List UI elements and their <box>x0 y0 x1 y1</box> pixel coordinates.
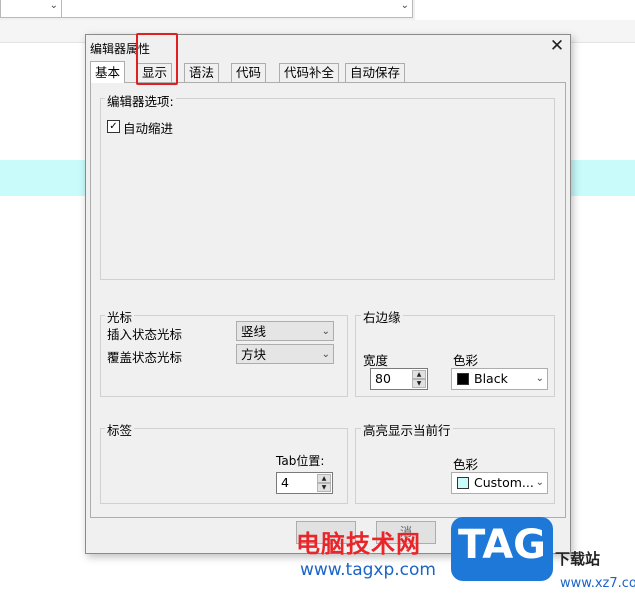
watermark-logo-text: TAG <box>458 522 546 568</box>
close-icon[interactable]: ✕ <box>548 37 566 55</box>
background-dropdown-1[interactable]: ⌄ <box>0 0 62 18</box>
insert-cursor-select[interactable]: 竖线 ⌄ <box>236 321 334 341</box>
tab-highlight-box <box>136 33 178 85</box>
highlight-color-label: 色彩 <box>453 457 479 472</box>
chevron-down-icon: ⌄ <box>400 0 409 11</box>
highlight-color-select[interactable]: Custom... ⌄ <box>451 472 548 494</box>
chevron-down-icon: ⌄ <box>321 326 330 337</box>
highlight-line-legend: 高亮显示当前行 <box>361 420 453 439</box>
insert-cursor-value: 竖线 <box>241 324 267 339</box>
spin-up-icon[interactable]: ▲ <box>317 474 331 483</box>
tab-panel-basic: 编辑器选项: ✓ 自动缩进 光标 插入状态光标 竖线 ⌄ 覆盖状态光标 方块 ⌄… <box>90 82 566 518</box>
editor-properties-dialog: 编辑器属性 ✕ 基本 显示 语法 代码 代码补全 自动保存 编辑器选项: ✓ 自… <box>85 34 571 554</box>
margin-width-label: 宽度 <box>363 353 389 368</box>
chevron-down-icon: ⌄ <box>535 373 544 384</box>
editor-options-legend: 编辑器选项: <box>105 91 176 110</box>
overwrite-cursor-label: 覆盖状态光标 <box>107 350 183 365</box>
insert-cursor-label: 插入状态光标 <box>107 327 183 342</box>
margin-color-select[interactable]: Black ⌄ <box>451 368 548 390</box>
auto-indent-label: 自动缩进 <box>123 121 174 136</box>
tab-syntax[interactable]: 语法 <box>184 63 220 82</box>
margin-color-label: 色彩 <box>453 353 479 368</box>
highlight-color-value: Custom... <box>474 475 534 490</box>
spin-down-icon[interactable]: ▼ <box>412 379 426 388</box>
margin-width-spinner[interactable]: 80 ▲ ▼ <box>370 368 428 390</box>
right-margin-legend: 右边缘 <box>361 307 403 326</box>
watermark-xz-label: 下载站 <box>555 550 601 568</box>
tab-position-label: Tab位置: <box>276 454 325 468</box>
margin-color-value: Black <box>474 371 508 386</box>
overwrite-cursor-select[interactable]: 方块 ⌄ <box>236 344 334 364</box>
margin-width-value: 80 <box>375 371 391 386</box>
tab-position-spinner[interactable]: 4 ▲ ▼ <box>276 472 333 494</box>
overwrite-cursor-value: 方块 <box>241 347 267 362</box>
tab-code-completion[interactable]: 代码补全 <box>279 63 340 82</box>
watermark-logo: TAG <box>451 517 553 581</box>
tab-position-value: 4 <box>281 475 289 490</box>
watermark-site-name: 电脑技术网 <box>296 530 421 558</box>
tabs-settings-legend: 标签 <box>105 420 135 439</box>
chevron-down-icon: ⌄ <box>321 349 330 360</box>
chevron-down-icon: ⌄ <box>49 0 58 11</box>
color-swatch <box>457 477 469 489</box>
tab-code[interactable]: 代码 <box>231 63 267 82</box>
background-dropdown-2[interactable]: ⌄ <box>61 0 413 18</box>
tab-basic[interactable]: 基本 <box>90 61 126 83</box>
chevron-down-icon: ⌄ <box>535 477 544 488</box>
watermark-url: www.tagxp.com <box>300 560 436 580</box>
tab-auto-save[interactable]: 自动保存 <box>345 63 406 82</box>
color-swatch <box>457 373 469 385</box>
auto-indent-checkbox[interactable]: ✓ <box>107 120 120 133</box>
spin-up-icon[interactable]: ▲ <box>412 370 426 379</box>
spin-down-icon[interactable]: ▼ <box>317 483 331 492</box>
watermark-xz-url: www.xz7.com <box>560 576 635 591</box>
